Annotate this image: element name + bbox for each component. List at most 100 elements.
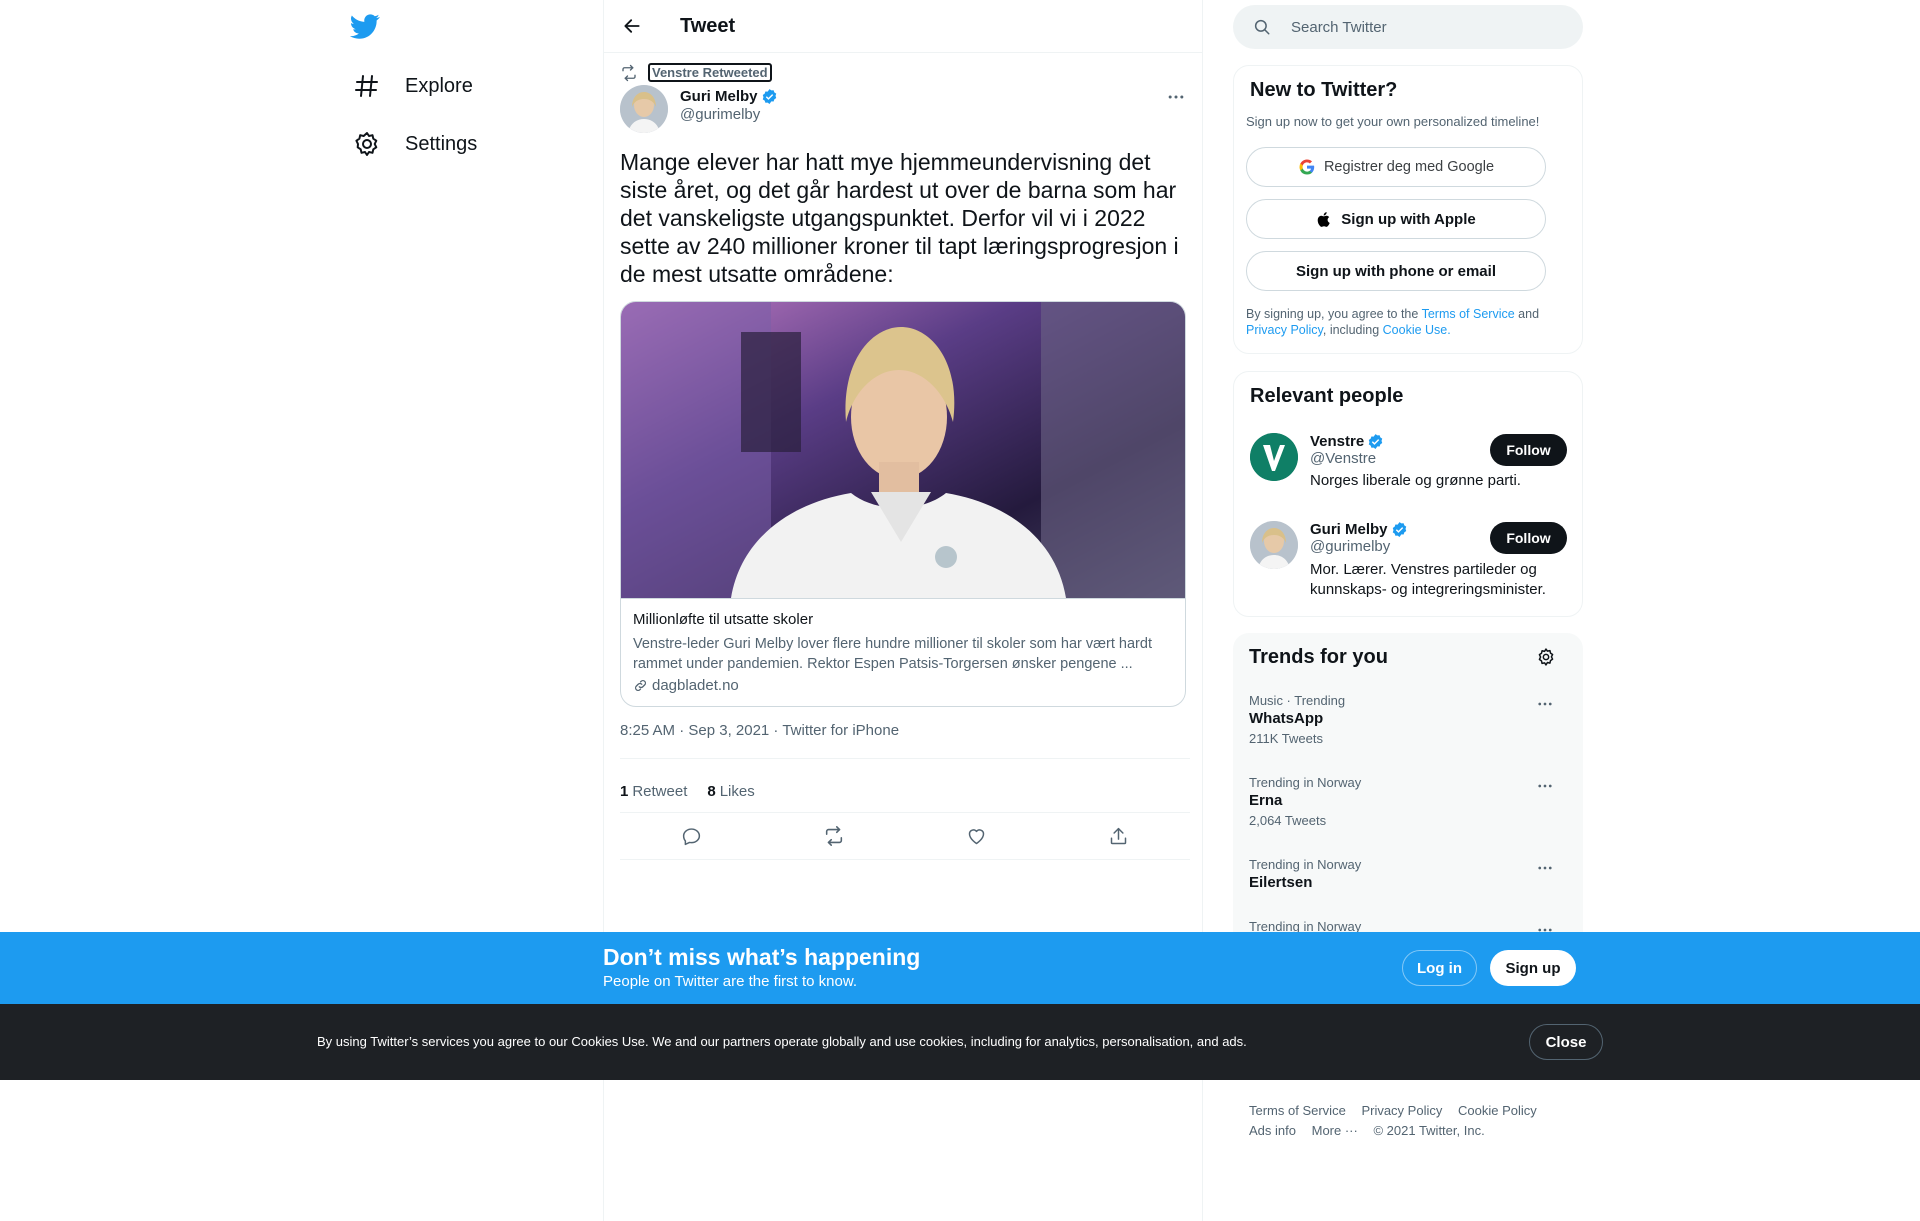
trend-name: Erna xyxy=(1249,792,1283,809)
retweet-small-icon xyxy=(620,64,638,82)
cookie-banner: By using Twitter’s services you agree to… xyxy=(0,1004,1920,1080)
footer-link[interactable]: Cookie Policy xyxy=(1458,1103,1537,1118)
google-signup-button[interactable]: Registrer deg med Google xyxy=(1246,147,1546,187)
back-arrow-icon[interactable] xyxy=(614,8,650,44)
signup-panel: New to Twitter? Sign up now to get your … xyxy=(1233,65,1583,354)
like-heart-icon[interactable] xyxy=(958,818,994,854)
tweet-stats: 1 Retweet 8 Likes xyxy=(620,770,1190,812)
trend-context: Music · Trending xyxy=(1249,693,1346,708)
nav-explore[interactable]: Explore xyxy=(353,72,473,100)
nav-settings-label: Settings xyxy=(405,132,478,155)
google-signup-label: Registrer deg med Google xyxy=(1323,159,1495,175)
login-button[interactable]: Log in xyxy=(1402,950,1477,986)
footer-link[interactable]: Ads info xyxy=(1249,1123,1296,1138)
google-icon xyxy=(1298,158,1316,176)
footer-link[interactable]: Terms of Service xyxy=(1249,1103,1346,1118)
search-icon xyxy=(1253,18,1271,36)
footer-more-link[interactable]: More ··· xyxy=(1312,1123,1358,1138)
trend-more-icon[interactable] xyxy=(1534,919,1556,933)
apple-icon xyxy=(1316,211,1333,228)
trend-name: Eilertsen xyxy=(1249,874,1313,891)
card-domain: dagbladet.no xyxy=(652,677,739,694)
trend-context: Trending in Norway xyxy=(1249,857,1362,872)
relevant-people-title: Relevant people xyxy=(1250,385,1404,407)
tweet-text: Mange elever har hatt mye hjemmeundervis… xyxy=(620,149,1179,287)
share-icon[interactable] xyxy=(1101,818,1137,854)
terms-link[interactable]: Terms of Service xyxy=(1422,307,1515,321)
retweeted-by-link[interactable]: Venstre Retweeted xyxy=(648,63,772,82)
author-avatar[interactable] xyxy=(620,85,668,133)
trends-settings-gear-icon[interactable] xyxy=(1536,647,1558,669)
divider xyxy=(620,758,1190,759)
login-banner-subtitle: People on Twitter are the first to know. xyxy=(603,973,858,990)
login-banner: Don’t miss what’s happening People on Tw… xyxy=(0,932,1920,1004)
trends-title: Trends for you xyxy=(1249,646,1388,668)
trend-item[interactable]: Music · Trending WhatsApp 211K Tweets xyxy=(1249,693,1345,746)
footer-links-row: Ads info More ··· © 2021 Twitter, Inc. xyxy=(1249,1123,1497,1138)
nav-explore-label: Explore xyxy=(405,74,473,97)
cookie-close-button[interactable]: Close xyxy=(1529,1024,1603,1060)
login-banner-title: Don’t miss what’s happening xyxy=(603,944,921,970)
phone-email-signup-button[interactable]: Sign up with phone or email xyxy=(1246,251,1546,291)
search-bar[interactable] xyxy=(1233,5,1583,49)
venstre-avatar[interactable] xyxy=(1250,433,1298,481)
nav-settings[interactable]: Settings xyxy=(353,130,477,158)
footer-link[interactable]: Privacy Policy xyxy=(1361,1103,1442,1118)
tweet-actions xyxy=(620,812,1190,860)
trend-more-icon[interactable] xyxy=(1534,775,1556,797)
trend-count: 211K Tweets xyxy=(1249,731,1323,746)
trend-more-icon[interactable] xyxy=(1534,857,1556,879)
gear-icon xyxy=(353,130,381,158)
trend-more-icon[interactable] xyxy=(1534,693,1556,715)
trend-context: Trending in Norway xyxy=(1249,775,1362,790)
retweet-context: Venstre Retweeted xyxy=(620,63,772,82)
person-bio: Norges liberale og grønne parti. xyxy=(1310,472,1521,489)
legal-text: By signing up, you agree to the xyxy=(1246,307,1422,321)
trend-count: 2,064 Tweets xyxy=(1249,813,1327,828)
verified-badge-icon xyxy=(761,88,778,105)
card-title: Millionløfte til utsatte skoler xyxy=(633,611,814,628)
privacy-link[interactable]: Privacy Policy xyxy=(1246,323,1323,337)
login-banner-text: Don’t miss what’s happening People on Tw… xyxy=(603,944,920,990)
signup-legal: By signing up, you agree to the Terms of… xyxy=(1246,306,1566,338)
card-description: Venstre-leder Guri Melby lover flere hun… xyxy=(633,636,1152,672)
guri-melby-avatar[interactable] xyxy=(1250,521,1298,569)
trend-item[interactable]: Trending in Norway Eilertsen xyxy=(1249,857,1361,891)
person-name[interactable]: Venstre xyxy=(1310,433,1364,450)
cookie-use-link[interactable]: Cookie Use. xyxy=(1383,323,1451,337)
phone-email-signup-label: Sign up with phone or email xyxy=(1295,262,1496,280)
twitter-logo-icon[interactable] xyxy=(350,11,384,45)
card-image xyxy=(621,302,1185,598)
retweet-icon[interactable] xyxy=(816,818,852,854)
trend-context: Trending in Norway xyxy=(1249,919,1362,933)
like-stat[interactable]: 8 Likes xyxy=(707,783,754,800)
apple-signup-button[interactable]: Sign up with Apple xyxy=(1246,199,1546,239)
trends-panel: Trends for you Music · Trending WhatsApp… xyxy=(1233,633,1583,933)
author-name[interactable]: Guri Melby xyxy=(680,88,758,105)
reply-icon[interactable] xyxy=(673,818,709,854)
tweet-header: Tweet xyxy=(604,0,1202,53)
verified-badge-icon xyxy=(1391,521,1408,538)
search-input[interactable] xyxy=(1291,18,1551,36)
person-bio: Mor. Lærer. Venstres partileder og kunns… xyxy=(1310,561,1546,598)
hashtag-icon xyxy=(353,72,381,100)
legal-text: , including xyxy=(1322,323,1383,337)
trend-item[interactable]: Trending in Norway xyxy=(1249,919,1361,933)
author-handle[interactable]: @gurimelby xyxy=(680,106,778,123)
relevant-people-panel: Relevant people Venstre @Venstre Norges … xyxy=(1233,371,1583,617)
trend-item[interactable]: Trending in Norway Erna 2,064 Tweets xyxy=(1249,775,1361,828)
apple-signup-label: Sign up with Apple xyxy=(1341,210,1476,228)
tweet-timestamp[interactable]: 8:25 AM · Sep 3, 2021 · Twitter for iPho… xyxy=(620,722,899,739)
retweet-stat[interactable]: 1 Retweet xyxy=(620,783,687,800)
signup-button[interactable]: Sign up xyxy=(1490,950,1576,986)
link-card[interactable]: Millionløfte til utsatte skoler Venstre-… xyxy=(620,301,1186,707)
cookie-text: By using Twitter’s services you agree to… xyxy=(317,1034,1247,1049)
person-info: Venstre @Venstre Norges liberale og grøn… xyxy=(1310,433,1521,489)
verified-badge-icon xyxy=(1367,433,1384,450)
follow-button[interactable]: Follow xyxy=(1490,434,1567,466)
copyright: © 2021 Twitter, Inc. xyxy=(1373,1123,1485,1138)
page-title: Tweet xyxy=(680,14,736,37)
person-name[interactable]: Guri Melby xyxy=(1310,521,1388,538)
follow-button[interactable]: Follow xyxy=(1490,522,1567,554)
more-options-icon[interactable] xyxy=(1165,86,1187,108)
